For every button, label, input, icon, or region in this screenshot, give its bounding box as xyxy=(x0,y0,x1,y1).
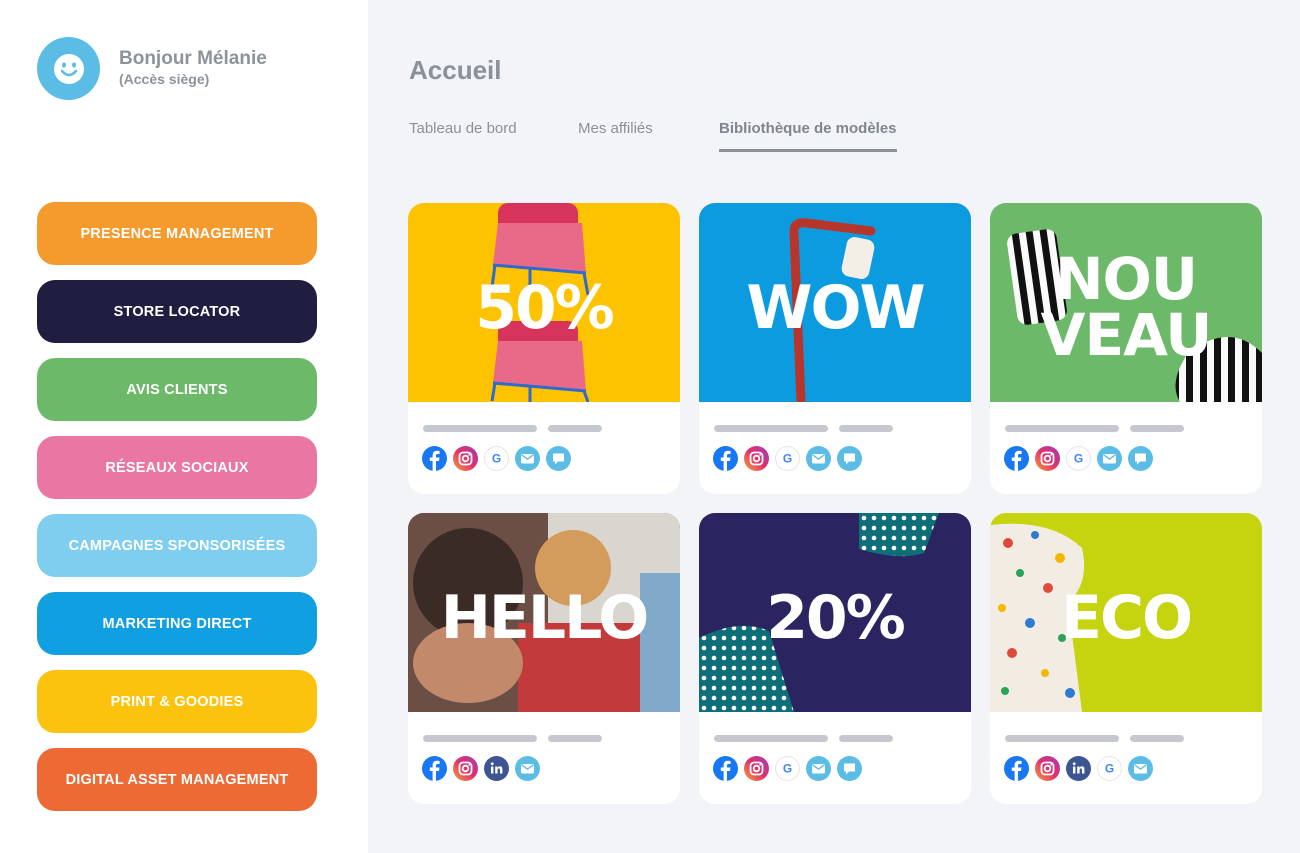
template-text: NOUVEAU xyxy=(1040,245,1213,369)
nav-presence-management[interactable]: PRESENCE MANAGEMENT xyxy=(37,202,317,265)
page-title: Accueil xyxy=(409,55,502,85)
channel-icons: G xyxy=(1004,446,1153,471)
template-text: HELLO xyxy=(440,583,650,653)
chat-icon[interactable] xyxy=(1128,446,1153,471)
google-icon[interactable]: G xyxy=(1066,446,1091,471)
nav-marketing-direct[interactable]: MARKETING DIRECT xyxy=(37,592,317,655)
tab-tableau-de-bord[interactable]: Tableau de bord xyxy=(409,120,517,149)
title-placeholder xyxy=(714,425,828,432)
template-card[interactable]: HELLO xyxy=(408,513,680,804)
chat-icon[interactable] xyxy=(837,446,862,471)
channel-icons xyxy=(422,756,540,781)
title-placeholder xyxy=(1005,425,1119,432)
svg-text:G: G xyxy=(492,452,501,466)
template-card[interactable]: WOW G xyxy=(699,203,971,494)
title-placeholder xyxy=(423,425,537,432)
template-card[interactable]: 20% G xyxy=(699,513,971,804)
email-icon[interactable] xyxy=(806,446,831,471)
subtitle-placeholder xyxy=(548,425,602,432)
template-image: 50% xyxy=(408,203,680,402)
facebook-icon[interactable] xyxy=(422,446,447,471)
nav-campagnes-sponsorisees[interactable]: CAMPAGNES SPONSORISÉES xyxy=(37,514,317,577)
google-icon[interactable]: G xyxy=(1097,756,1122,781)
email-icon[interactable] xyxy=(515,756,540,781)
tab-bibliotheque-de-modeles[interactable]: Bibliothèque de modèles xyxy=(719,120,897,152)
channel-icons: G xyxy=(422,446,571,471)
nav-print-goodies[interactable]: PRINT & GOODIES xyxy=(37,670,317,733)
facebook-icon[interactable] xyxy=(713,756,738,781)
facebook-icon[interactable] xyxy=(713,446,738,471)
template-image: HELLO xyxy=(408,513,680,712)
instagram-icon[interactable] xyxy=(1035,756,1060,781)
template-card[interactable]: 50% G xyxy=(408,203,680,494)
instagram-icon[interactable] xyxy=(744,756,769,781)
user-name: Bonjour Mélanie xyxy=(119,48,267,69)
facebook-icon[interactable] xyxy=(1004,446,1029,471)
linkedin-icon[interactable] xyxy=(484,756,509,781)
instagram-icon[interactable] xyxy=(744,446,769,471)
email-icon[interactable] xyxy=(1128,756,1153,781)
svg-text:G: G xyxy=(783,452,792,466)
chat-icon[interactable] xyxy=(546,446,571,471)
nav-digital-asset-management[interactable]: DIGITAL ASSET MANAGEMENT xyxy=(37,748,317,811)
subtitle-placeholder xyxy=(1130,425,1184,432)
title-placeholder xyxy=(1005,735,1119,742)
nav-avis-clients[interactable]: AVIS CLIENTS xyxy=(37,358,317,421)
template-text: 20% xyxy=(766,583,906,653)
subtitle-placeholder xyxy=(1130,735,1184,742)
instagram-icon[interactable] xyxy=(453,446,478,471)
google-icon[interactable]: G xyxy=(775,756,800,781)
facebook-icon[interactable] xyxy=(422,756,447,781)
subtitle-placeholder xyxy=(839,425,893,432)
channel-icons: G xyxy=(1004,756,1153,781)
user-role: (Accès siège) xyxy=(119,71,210,87)
template-image: ECO xyxy=(990,513,1262,712)
sidebar: Bonjour Mélanie (Accès siège) PRESENCE M… xyxy=(0,0,368,853)
nav-reseaux-sociaux[interactable]: RÉSEAUX SOCIAUX xyxy=(37,436,317,499)
facebook-icon[interactable] xyxy=(1004,756,1029,781)
title-placeholder xyxy=(714,735,828,742)
chat-icon[interactable] xyxy=(837,756,862,781)
template-text: WOW xyxy=(746,273,925,343)
email-icon[interactable] xyxy=(1097,446,1122,471)
title-placeholder xyxy=(423,735,537,742)
email-icon[interactable] xyxy=(806,756,831,781)
instagram-icon[interactable] xyxy=(453,756,478,781)
subtitle-placeholder xyxy=(839,735,893,742)
svg-text:G: G xyxy=(1105,762,1114,776)
svg-text:G: G xyxy=(783,762,792,776)
template-text: 50% xyxy=(475,273,615,343)
tab-mes-affilies[interactable]: Mes affiliés xyxy=(578,120,653,149)
email-icon[interactable] xyxy=(515,446,540,471)
template-card[interactable]: NOUVEAU G xyxy=(990,203,1262,494)
instagram-icon[interactable] xyxy=(1035,446,1060,471)
linkedin-icon[interactable] xyxy=(1066,756,1091,781)
smiley-icon xyxy=(53,53,84,84)
subtitle-placeholder xyxy=(548,735,602,742)
google-icon[interactable]: G xyxy=(484,446,509,471)
template-text: ECO xyxy=(1060,583,1193,653)
channel-icons: G xyxy=(713,446,862,471)
template-image: 20% xyxy=(699,513,971,712)
google-icon[interactable]: G xyxy=(775,446,800,471)
channel-icons: G xyxy=(713,756,862,781)
svg-text:G: G xyxy=(1074,452,1083,466)
template-card[interactable]: ECO G xyxy=(990,513,1262,804)
template-image: NOUVEAU xyxy=(990,203,1262,402)
user-greeting: Bonjour Mélanie (Accès siège) xyxy=(119,48,267,87)
template-image: WOW xyxy=(699,203,971,402)
avatar[interactable] xyxy=(37,37,100,100)
nav-store-locator[interactable]: STORE LOCATOR xyxy=(37,280,317,343)
